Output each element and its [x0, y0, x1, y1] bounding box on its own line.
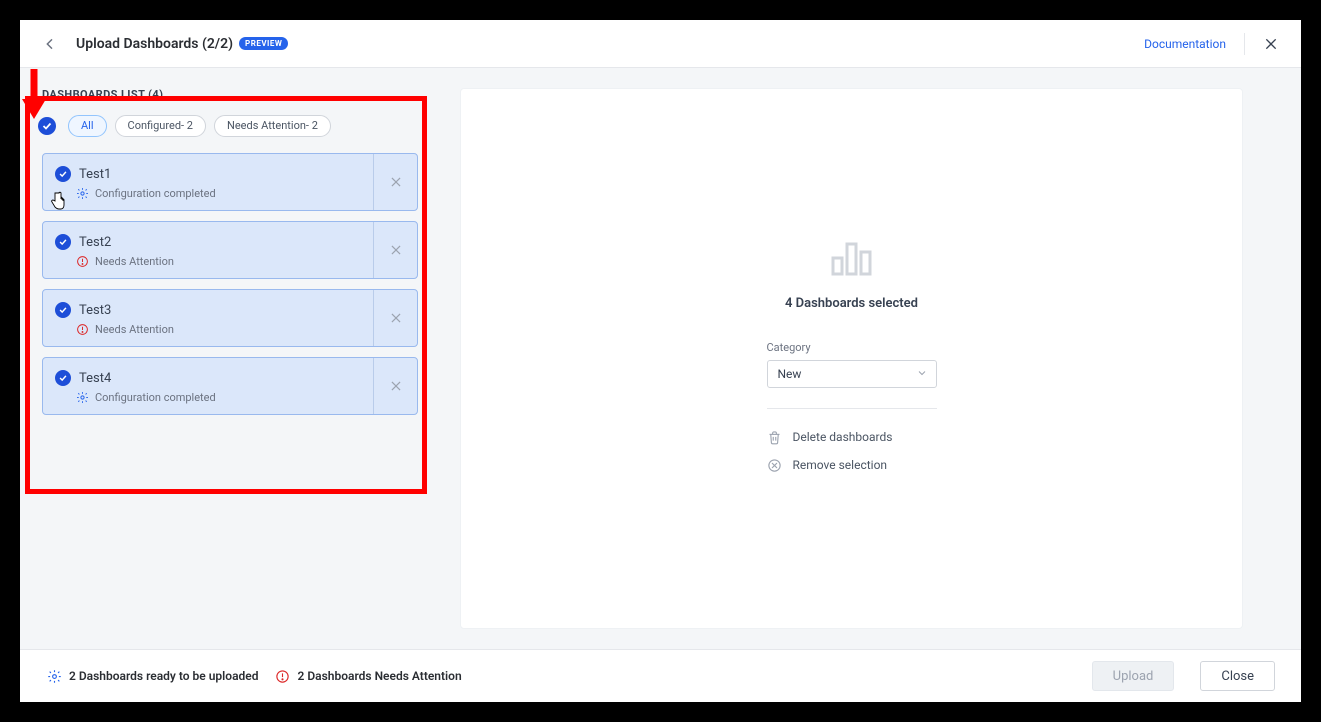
preview-badge: PREVIEW: [239, 37, 288, 50]
category-value: New: [778, 367, 802, 381]
close-footer-button[interactable]: Close: [1200, 661, 1275, 691]
dashboards-list-pane: DASHBOARDS LIST (4) All Configured- 2 Ne…: [20, 68, 440, 649]
dashboard-name: Test2: [79, 235, 111, 250]
selection-details-card: 4 Dashboards selected Category New: [460, 88, 1243, 629]
dashboard-status: Configuration completed: [95, 187, 216, 200]
alert-circle-icon: [275, 668, 291, 684]
app-frame: Upload Dashboards (2/2) PREVIEW Document…: [20, 20, 1301, 702]
alert-circle-icon: [75, 322, 89, 336]
category-field: Category New: [767, 341, 937, 388]
body: DASHBOARDS LIST (4) All Configured- 2 Ne…: [20, 68, 1301, 649]
dashboard-card[interactable]: Test2 Needs Attention: [42, 221, 418, 279]
gear-icon: [75, 186, 89, 200]
delete-dashboards-button[interactable]: Delete dashboards: [767, 423, 937, 451]
documentation-link[interactable]: Documentation: [1144, 37, 1226, 51]
dashboard-name: Test4: [79, 371, 111, 386]
category-select[interactable]: New: [767, 360, 937, 388]
footer: 2 Dashboards ready to be uploaded 2 Dash…: [20, 649, 1301, 702]
footer-status-attention-label: 2 Dashboards Needs Attention: [298, 669, 462, 683]
remove-dashboard-button[interactable]: [373, 154, 417, 210]
checkbox-selected-icon[interactable]: [55, 234, 71, 250]
remove-selection-button[interactable]: Remove selection: [767, 451, 937, 479]
chevron-down-icon: [916, 367, 928, 382]
dashboard-card[interactable]: Test4 Configuration completed: [42, 357, 418, 415]
checkbox-selected-icon[interactable]: [55, 166, 71, 182]
dashboard-card[interactable]: Test1 Configuration completed: [42, 153, 418, 211]
remove-dashboard-button[interactable]: [373, 290, 417, 346]
trash-icon: [767, 429, 783, 445]
delete-dashboards-label: Delete dashboards: [793, 430, 893, 444]
category-label: Category: [767, 341, 937, 354]
footer-status-ready-label: 2 Dashboards ready to be uploaded: [69, 669, 259, 683]
selected-count-title: 4 Dashboards selected: [785, 296, 918, 311]
checkbox-selected-icon[interactable]: [55, 370, 71, 386]
gear-icon: [46, 668, 62, 684]
dashboard-status: Configuration completed: [95, 391, 216, 404]
remove-dashboard-button[interactable]: [373, 222, 417, 278]
list-title: DASHBOARDS LIST (4): [42, 88, 418, 101]
footer-status-attention: 2 Dashboards Needs Attention: [275, 668, 462, 684]
dashboard-status: Needs Attention: [95, 323, 174, 336]
back-button[interactable]: [38, 32, 62, 56]
dashboard-name: Test3: [79, 303, 111, 318]
divider: [767, 408, 937, 409]
header-divider: [1244, 33, 1245, 55]
select-all-checkbox[interactable]: [38, 117, 56, 135]
dashboard-card-main: Test4 Configuration completed: [43, 358, 373, 414]
dashboard-card-main: Test1 Configuration completed: [43, 154, 373, 210]
header: Upload Dashboards (2/2) PREVIEW Document…: [20, 20, 1301, 68]
gear-icon: [75, 390, 89, 404]
filter-chip-needs-attention[interactable]: Needs Attention- 2: [214, 115, 331, 137]
dashboard-name: Test1: [79, 167, 111, 182]
dashboard-status: Needs Attention: [95, 255, 174, 268]
remove-dashboard-button[interactable]: [373, 358, 417, 414]
dashboard-card[interactable]: Test3 Needs Attention: [42, 289, 418, 347]
upload-button[interactable]: Upload: [1092, 661, 1175, 691]
dashboards-icon: [828, 238, 876, 282]
dashboard-card-main: Test2 Needs Attention: [43, 222, 373, 278]
details-pane: 4 Dashboards selected Category New: [440, 68, 1301, 649]
dashboard-card-main: Test3 Needs Attention: [43, 290, 373, 346]
page-title: Upload Dashboards (2/2): [76, 36, 233, 52]
close-button[interactable]: [1259, 32, 1283, 56]
filter-chip-all[interactable]: All: [68, 115, 107, 137]
remove-selection-label: Remove selection: [793, 458, 888, 472]
footer-status-ready: 2 Dashboards ready to be uploaded: [46, 668, 259, 684]
filters-row: All Configured- 2 Needs Attention- 2: [42, 115, 418, 137]
alert-circle-icon: [75, 254, 89, 268]
filter-chip-configured[interactable]: Configured- 2: [115, 115, 206, 137]
checkbox-selected-icon[interactable]: [55, 302, 71, 318]
remove-circle-icon: [767, 457, 783, 473]
dashboards-list: Test1 Configuration completed Test2 Needs A…: [42, 153, 418, 415]
